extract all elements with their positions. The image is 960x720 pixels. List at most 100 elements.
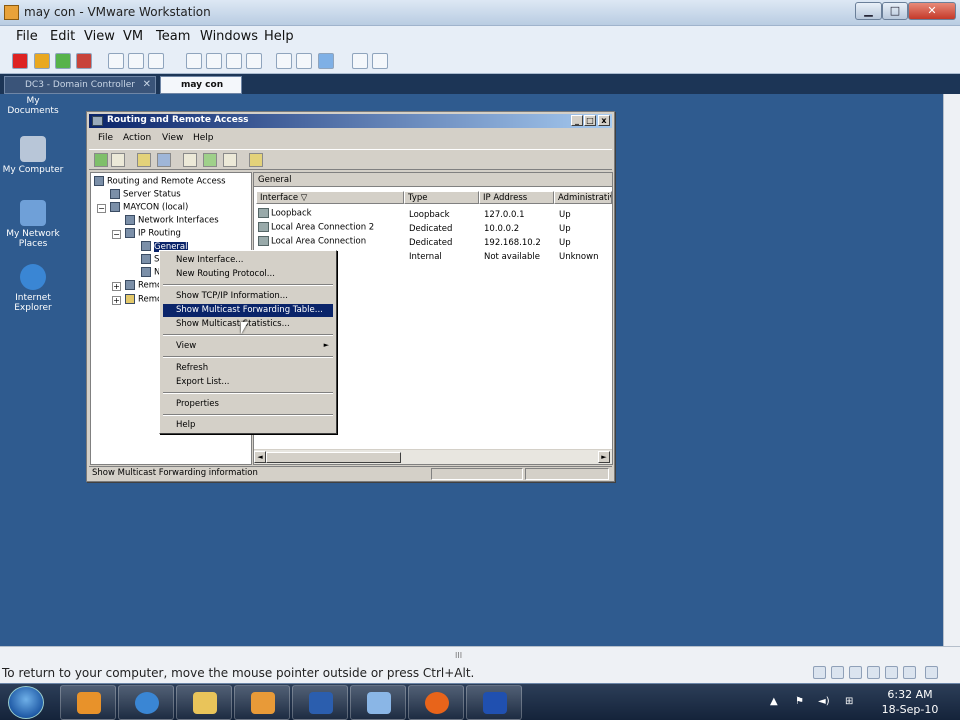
expand-remote-logging-icon[interactable]: + (112, 296, 121, 305)
scroll-left-icon[interactable]: ◄ (254, 451, 266, 463)
menu-view[interactable]: View (84, 29, 115, 44)
speaker-icon[interactable]: ◄) (818, 696, 836, 708)
device-usb-icon[interactable] (867, 666, 880, 679)
show-hide-tree-icon[interactable] (157, 153, 171, 167)
vm-horizontal-scrollbar[interactable]: III (0, 646, 960, 663)
menu-help[interactable]: Help (264, 29, 294, 44)
menu-item-refresh[interactable]: Refresh (163, 362, 333, 375)
revert-snapshot-icon[interactable] (128, 53, 144, 69)
snapshot-icon[interactable] (108, 53, 124, 69)
properties-icon[interactable] (183, 153, 197, 167)
rras-menu-view[interactable]: View (162, 133, 183, 143)
team-icon[interactable] (352, 53, 368, 69)
tab-may-con[interactable]: may con (160, 76, 242, 94)
taskbar-vmware[interactable] (234, 685, 290, 720)
tree-node-ip-routing[interactable]: IP Routing (125, 228, 181, 239)
tree-node-nat[interactable]: N (141, 267, 160, 278)
refresh-icon[interactable] (203, 153, 217, 167)
full-screen-icon[interactable] (206, 53, 222, 69)
taskbar-network-app[interactable] (466, 685, 522, 720)
menu-file[interactable]: File (16, 29, 38, 44)
details-horizontal-scrollbar[interactable]: ◄ ► (254, 449, 612, 464)
menu-item-properties[interactable]: Properties (163, 398, 333, 411)
summary-view-icon[interactable] (246, 53, 262, 69)
tree-node-static-routes[interactable]: S (141, 254, 159, 265)
taskbar-explorer[interactable] (176, 685, 232, 720)
menu-item-view[interactable]: View ► (163, 340, 333, 353)
rras-menu-action[interactable]: Action (123, 133, 151, 143)
menu-edit[interactable]: Edit (50, 29, 75, 44)
minimize-button[interactable]: ▁ (855, 2, 882, 20)
scroll-right-icon[interactable]: ► (598, 451, 610, 463)
quick-switch-icon[interactable] (226, 53, 242, 69)
vm-vertical-scrollbar[interactable] (943, 94, 960, 646)
tree-node-maycon[interactable]: MAYCON (local) (110, 202, 188, 213)
device-floppy-icon[interactable] (831, 666, 844, 679)
maximize-button[interactable]: □ (882, 2, 908, 20)
show-console-icon[interactable] (186, 53, 202, 69)
tree-node-rras[interactable]: Routing and Remote Access (94, 176, 226, 187)
snapshot-manager-icon[interactable] (148, 53, 164, 69)
device-hdd-icon[interactable] (903, 666, 916, 679)
taskbar-media-player[interactable] (60, 685, 116, 720)
column-type[interactable]: Type (404, 191, 479, 204)
taskbar-firefox[interactable] (408, 685, 464, 720)
taskbar-internet-explorer[interactable] (118, 685, 174, 720)
taskbar-word[interactable] (292, 685, 348, 720)
reset-icon[interactable] (76, 53, 92, 69)
export-list-icon[interactable] (223, 153, 237, 167)
menu-item-show-multicast-statistics[interactable]: Show Multicast Statistics... (163, 318, 333, 331)
column-interface[interactable]: Interface ▽ (256, 191, 404, 204)
device-sound-icon[interactable] (885, 666, 898, 679)
collapse-ip-routing-icon[interactable]: − (112, 230, 121, 239)
menu-item-new-routing-protocol[interactable]: New Routing Protocol... (163, 268, 333, 281)
suspend-icon[interactable] (34, 53, 50, 69)
device-network-icon[interactable] (849, 666, 862, 679)
internet-explorer-desktop-icon[interactable]: Internet Explorer (2, 264, 64, 313)
device-cdrom-icon[interactable] (813, 666, 826, 679)
menu-item-export-list[interactable]: Export List... (163, 376, 333, 389)
my-documents-icon[interactable]: My Documents (2, 96, 64, 116)
rras-maximize-button[interactable]: □ (584, 115, 596, 126)
show-hidden-icons-icon[interactable]: ▲ (770, 696, 783, 708)
scroll-thumb[interactable] (266, 452, 401, 463)
appliance-view-icon[interactable] (296, 53, 312, 69)
menu-team[interactable]: Team (156, 29, 190, 44)
menu-item-show-tcpip-information[interactable]: Show TCP/IP Information... (163, 290, 333, 303)
my-network-places-icon[interactable]: My Network Places (2, 200, 64, 249)
forward-icon[interactable] (111, 153, 125, 167)
tree-node-network-interfaces[interactable]: Network Interfaces (125, 215, 219, 226)
message-log-icon[interactable] (925, 666, 938, 679)
power-off-icon[interactable] (12, 53, 28, 69)
menu-vm[interactable]: VM (123, 29, 143, 44)
tree-node-remote-access-logging[interactable]: Remo (125, 294, 162, 305)
power-on-icon[interactable] (55, 53, 71, 69)
column-ip-address[interactable]: IP Address (479, 191, 554, 204)
rras-menu-file[interactable]: File (98, 133, 113, 143)
console-view-icon[interactable] (276, 53, 292, 69)
column-administrative[interactable]: Administrativ (554, 191, 612, 204)
taskbar-paint[interactable] (350, 685, 406, 720)
tree-node-remote-access-policies[interactable]: Remo (125, 280, 162, 291)
menu-item-show-multicast-forwarding-table[interactable]: Show Multicast Forwarding Table... (163, 304, 333, 317)
my-computer-icon[interactable]: My Computer (2, 136, 64, 175)
network-tray-icon[interactable]: ⊞ (845, 696, 858, 708)
back-icon[interactable] (94, 153, 108, 167)
action-center-flag-icon[interactable]: ⚑ (795, 696, 808, 708)
clock[interactable]: 6:32 AM 18-Sep-10 (870, 687, 950, 717)
rras-menu-help[interactable]: Help (193, 133, 214, 143)
rras-minimize-button[interactable]: _ (571, 115, 583, 126)
help-icon[interactable] (249, 153, 263, 167)
tab-dc3[interactable]: DC3 - Domain Controller ✕ (4, 76, 156, 94)
fit-guest-icon[interactable] (318, 53, 334, 69)
team-settings-icon[interactable] (372, 53, 388, 69)
tree-node-server-status[interactable]: Server Status (110, 189, 181, 200)
rras-close-button[interactable]: x (598, 115, 610, 126)
start-button[interactable] (8, 686, 44, 719)
close-button[interactable]: ✕ (908, 2, 956, 20)
menu-item-help[interactable]: Help (163, 419, 333, 432)
expand-remote-access-icon[interactable]: + (112, 282, 121, 291)
up-level-icon[interactable] (137, 153, 151, 167)
collapse-maycon-icon[interactable]: − (97, 204, 106, 213)
menu-item-new-interface[interactable]: New Interface... (163, 254, 333, 267)
